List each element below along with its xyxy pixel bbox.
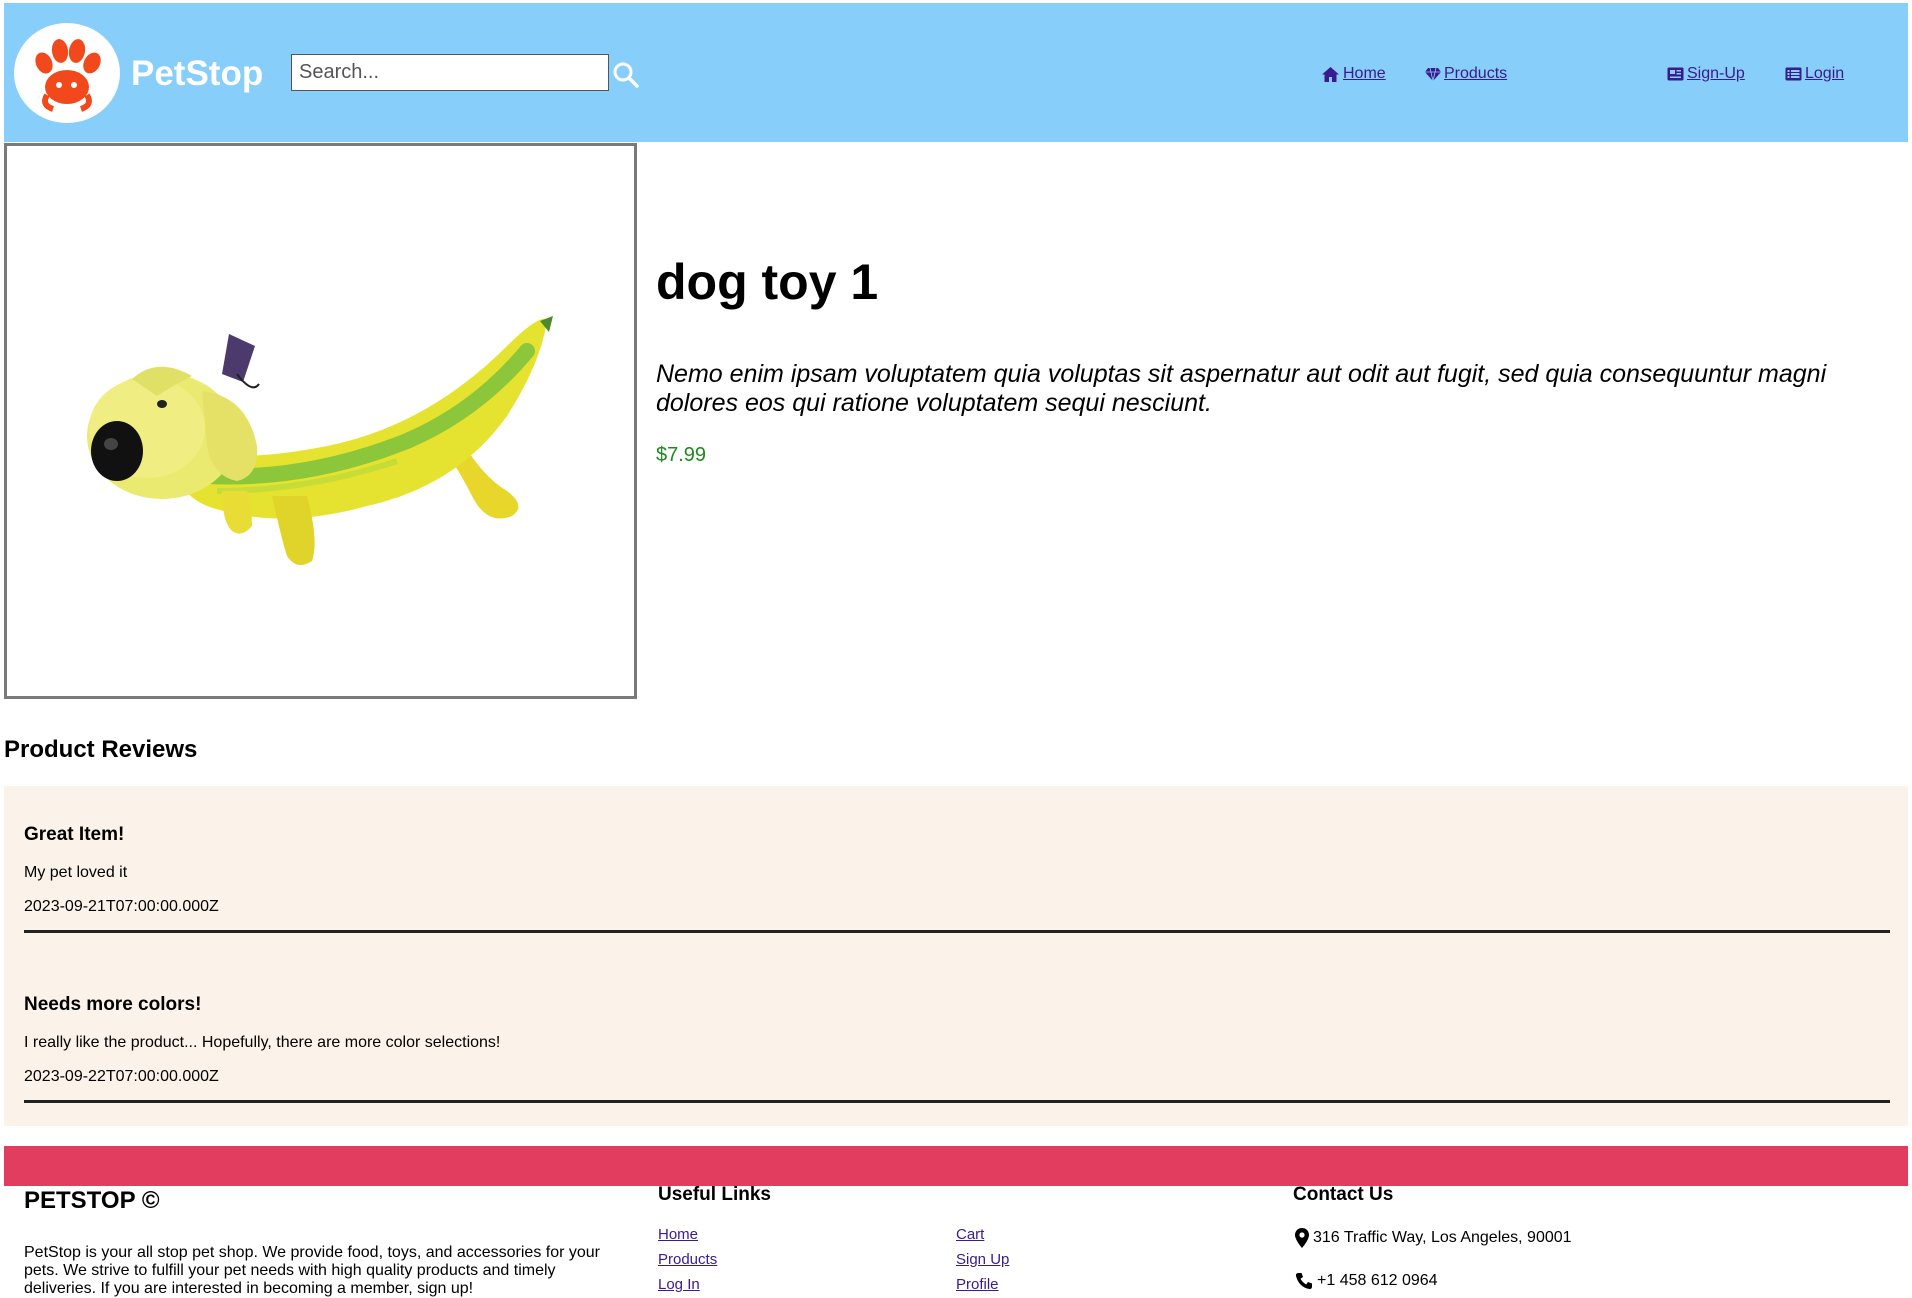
map-pin-icon xyxy=(1295,1228,1309,1248)
reviews-heading: Product Reviews xyxy=(4,736,198,763)
brand-name[interactable]: PetStop xyxy=(131,54,263,94)
useful-links-title: Useful Links xyxy=(658,1184,771,1205)
newspaper-icon xyxy=(1667,67,1684,81)
footer-brand: PETSTOP © xyxy=(24,1187,160,1214)
contact-phone: +1 458 612 0964 xyxy=(1295,1272,1438,1290)
phone-icon xyxy=(1295,1273,1312,1290)
review-title: Needs more colors! xyxy=(24,994,202,1015)
gem-icon xyxy=(1425,67,1441,81)
list-icon xyxy=(1785,67,1802,81)
footer-link-signup[interactable]: Sign Up xyxy=(956,1251,1009,1269)
product-image xyxy=(4,143,637,699)
footer-about-text: PetStop is your all stop pet shop. We pr… xyxy=(24,1244,601,1297)
home-icon xyxy=(1322,66,1339,82)
search-icon[interactable] xyxy=(611,60,641,90)
review-body: My pet loved it xyxy=(24,864,128,881)
footer-link-profile[interactable]: Profile xyxy=(956,1276,999,1294)
product-description: Nemo enim ipsam voluptatem quia voluptas… xyxy=(656,360,1827,417)
review-date: 2023-09-21T07:00:00.000Z xyxy=(24,898,219,915)
reviews-panel: Great Item! My pet loved it 2023-09-21T0… xyxy=(4,786,1908,1126)
nav-login-label: Login xyxy=(1805,65,1845,82)
contact-address-text: 316 Traffic Way, Los Angeles, 90001 xyxy=(1313,1229,1572,1246)
contact-title: Contact Us xyxy=(1293,1184,1394,1205)
nav-products-link[interactable]: Products xyxy=(1425,65,1507,83)
review-divider xyxy=(24,930,1890,933)
banana-dog-toy-image xyxy=(87,316,553,565)
review-divider xyxy=(24,1100,1890,1103)
site-header: PetStop Home Products Sign-Up xyxy=(4,3,1908,142)
review-title: Great Item! xyxy=(24,824,125,845)
nav-signup-label: Sign-Up xyxy=(1687,65,1745,82)
contact-address: 316 Traffic Way, Los Angeles, 90001 xyxy=(1295,1228,1572,1248)
search-input[interactable] xyxy=(291,54,609,91)
product-title: dog toy 1 xyxy=(656,254,879,310)
nav-home-link[interactable]: Home xyxy=(1321,65,1386,83)
nav-login-link[interactable]: Login xyxy=(1785,65,1844,83)
paw-logo-icon[interactable] xyxy=(14,23,120,123)
product-price: $7.99 xyxy=(656,444,707,466)
footer-link-products[interactable]: Products xyxy=(658,1251,717,1269)
nav-products-label: Products xyxy=(1444,65,1508,82)
footer-link-cart[interactable]: Cart xyxy=(956,1226,984,1244)
footer-band xyxy=(4,1146,1908,1186)
contact-phone-text: +1 458 612 0964 xyxy=(1317,1272,1438,1289)
nav-home-label: Home xyxy=(1343,65,1386,82)
review-body: I really like the product... Hopefully, … xyxy=(24,1034,501,1051)
review-date: 2023-09-22T07:00:00.000Z xyxy=(24,1068,219,1085)
footer-link-login[interactable]: Log In xyxy=(658,1276,700,1294)
nav-signup-link[interactable]: Sign-Up xyxy=(1667,65,1745,83)
footer-link-home[interactable]: Home xyxy=(658,1226,698,1244)
